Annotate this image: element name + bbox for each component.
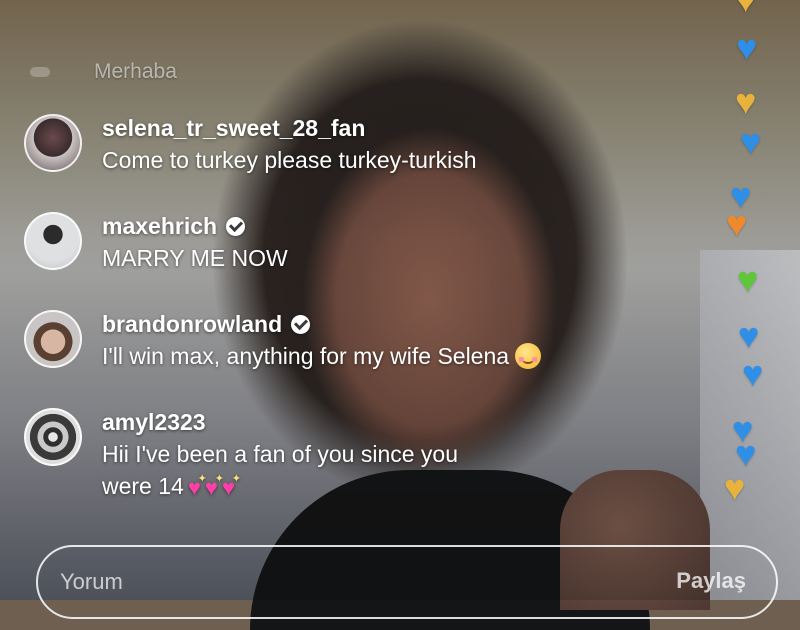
comment-username[interactable]: maxehrich bbox=[102, 210, 217, 242]
sparkling-heart-icon: ♥ bbox=[188, 468, 207, 499]
heart-icon: ♥ bbox=[740, 121, 762, 162]
comment-text: I'll win max, anything for my wife Selen… bbox=[102, 343, 510, 369]
heart-icon: ♥ bbox=[735, 81, 757, 122]
comment-text: Come to turkey please turkey-turkish bbox=[102, 147, 477, 173]
comment-item: selena_tr_sweet_28_fan Come to turkey pl… bbox=[24, 112, 672, 176]
verified-badge-icon bbox=[226, 216, 246, 236]
comment-text: MARRY ME NOW bbox=[102, 245, 288, 271]
comment-input-placeholder[interactable]: Yorum bbox=[60, 569, 123, 595]
sparkling-heart-icon: ♥ bbox=[222, 468, 241, 499]
smiling-face-icon bbox=[515, 342, 542, 369]
comment-username[interactable]: brandonrowland bbox=[102, 308, 282, 340]
verified-badge-icon bbox=[291, 314, 311, 334]
heart-icon: ♥ bbox=[738, 315, 760, 356]
comment-username[interactable]: selena_tr_sweet_28_fan bbox=[102, 112, 365, 144]
sparkling-heart-icon: ♥ bbox=[205, 468, 224, 499]
heart-icon: ♥ bbox=[742, 353, 764, 394]
share-button[interactable]: Paylaş bbox=[676, 568, 746, 594]
live-comments-list: Merhaba selena_tr_sweet_28_fan Come to t… bbox=[0, 0, 700, 540]
system-message-text: Merhaba bbox=[94, 60, 177, 83]
heart-icon: ♥ bbox=[726, 203, 748, 244]
comment-item: amyl2323 Hii I've been a fan of you sinc… bbox=[24, 406, 672, 502]
comment-text-line-1: Hii I've been a fan of you since you bbox=[102, 441, 458, 467]
comment-item: maxehrich MARRY ME NOW bbox=[24, 210, 672, 274]
avatar[interactable] bbox=[24, 310, 82, 368]
avatar[interactable] bbox=[24, 408, 82, 466]
comment-item: brandonrowland I'll win max, anything fo… bbox=[24, 308, 672, 372]
heart-icon: ♥ bbox=[737, 259, 759, 300]
heart-icon: ♥ bbox=[736, 27, 758, 68]
comment-text-line-2: were 14 bbox=[102, 473, 184, 499]
wave-icon bbox=[30, 67, 50, 77]
heart-icon: ♥ bbox=[735, 0, 756, 18]
avatar[interactable] bbox=[24, 114, 82, 172]
comment-input-bar[interactable]: Yorum Paylaş bbox=[36, 545, 778, 619]
system-message: Merhaba bbox=[30, 58, 177, 86]
avatar[interactable] bbox=[24, 212, 82, 270]
comment-username[interactable]: amyl2323 bbox=[102, 406, 206, 438]
heart-icon: ♥ bbox=[724, 467, 746, 508]
